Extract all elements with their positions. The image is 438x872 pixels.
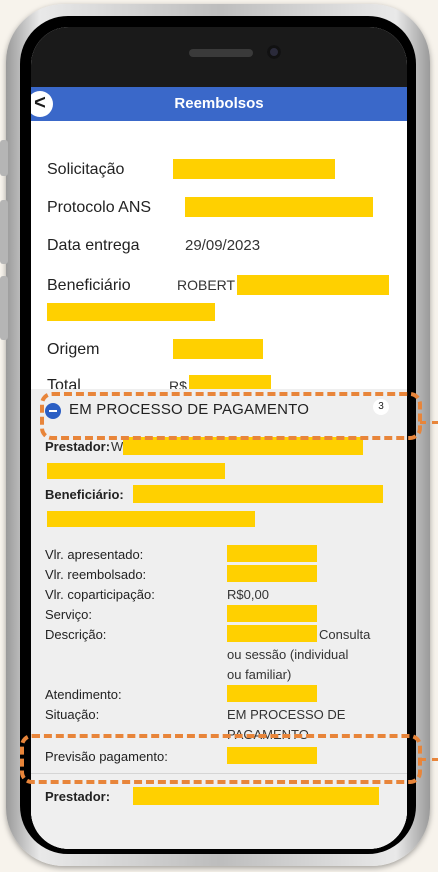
highlight-situacao (20, 734, 422, 784)
app-header: < Reembolsos (31, 87, 407, 121)
servico-label: Serviço: (45, 607, 92, 622)
mute-switch (0, 140, 8, 176)
section-beneficiario-label: Beneficiário: (45, 487, 124, 502)
speaker (189, 49, 253, 57)
highlight-section-header (40, 392, 422, 440)
redacted-section-beneficiario-1 (133, 485, 383, 503)
data-entrega-label: Data entrega (47, 237, 140, 254)
highlight-connector-2 (420, 758, 438, 761)
prestador-label: Prestador: (45, 439, 111, 454)
redacted-beneficiario-2 (47, 303, 215, 321)
atendimento-label: Atendimento: (45, 687, 122, 702)
prestador2-label: Prestador: (45, 789, 111, 804)
redacted-servico (227, 605, 317, 622)
camera-icon (267, 45, 281, 59)
descricao-label: Descrição: (45, 627, 107, 642)
situacao-label: Situação: (45, 707, 100, 722)
descricao-line2: ou sessão (individual (227, 647, 349, 662)
descricao-line3: ou familiar) (227, 667, 292, 682)
redacted-prestador-2 (47, 463, 225, 479)
vlr-coparticipacao-value: R$0,00 (227, 587, 269, 602)
solicitacao-label: Solicitação (47, 161, 125, 178)
data-entrega-value: 29/09/2023 (185, 237, 261, 254)
redacted-section-beneficiario-2 (47, 511, 255, 527)
vlr-reembolsado-label: Vlr. reembolsado: (45, 567, 147, 582)
origem-label: Origem (47, 341, 100, 358)
descricao-line1: Consulta (319, 627, 371, 642)
redacted-descricao (227, 625, 317, 642)
beneficiario-label: Beneficiário (47, 277, 131, 294)
redacted-solicitacao (173, 159, 335, 179)
prestador-value: W (111, 439, 124, 454)
redacted-vlr-apresentado (227, 545, 317, 562)
redacted-protocolo (185, 197, 373, 217)
redacted-beneficiario-1 (237, 275, 389, 295)
redacted-vlr-reembolsado (227, 565, 317, 582)
vlr-apresentado-label: Vlr. apresentado: (45, 547, 144, 562)
vlr-coparticipacao-label: Vlr. coparticipação: (45, 587, 155, 602)
redacted-atendimento (227, 685, 317, 702)
situacao-line1: EM PROCESSO DE (227, 707, 346, 722)
highlight-connector-1 (420, 421, 438, 424)
volume-up-button (0, 200, 8, 264)
page-title: Reembolsos (174, 95, 264, 112)
notch (31, 27, 407, 87)
redacted-prestador2 (133, 787, 379, 805)
beneficiario-value: ROBERT (177, 277, 236, 293)
volume-down-button (0, 276, 8, 340)
protocolo-label: Protocolo ANS (47, 199, 152, 216)
redacted-origem (173, 339, 263, 359)
